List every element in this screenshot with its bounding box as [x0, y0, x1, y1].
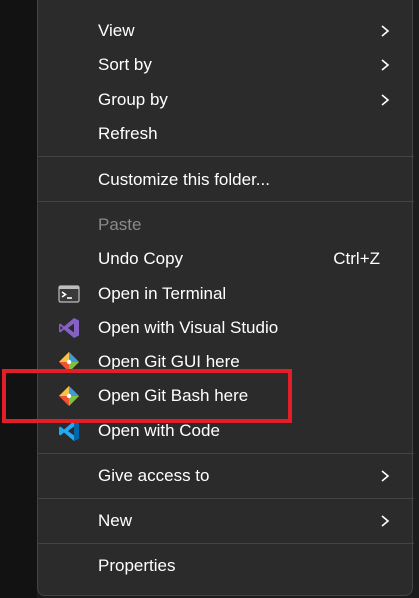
- menu-item-label: Customize this folder...: [98, 170, 270, 189]
- menu-item-open-git-gui[interactable]: Open Git GUI here: [38, 345, 414, 379]
- menu-item-label: Open with Code: [98, 421, 220, 440]
- git-gui-icon: [59, 352, 79, 372]
- menu-separator: [38, 498, 414, 499]
- menu-item-paste: Paste: [38, 208, 414, 242]
- git-bash-icon: [59, 386, 79, 406]
- chevron-right-icon: [381, 59, 390, 71]
- menu-item-label: Refresh: [98, 124, 158, 143]
- vscode-icon: [59, 421, 79, 441]
- menu-item-label: Open Git GUI here: [98, 352, 240, 371]
- desktop-background: [0, 0, 37, 598]
- menu-item-label: Undo Copy: [98, 249, 184, 268]
- menu-item-open-visual-studio[interactable]: Open with Visual Studio: [38, 311, 414, 345]
- terminal-icon: [58, 285, 80, 303]
- menu-item-label: Properties: [98, 556, 176, 575]
- chevron-right-icon: [381, 515, 390, 527]
- menu-item-customize-folder[interactable]: Customize this folder...: [38, 163, 414, 197]
- menu-item-label: Open in Terminal: [98, 284, 227, 303]
- menu-item-label: Give access to: [98, 466, 210, 485]
- menu-item-label: New: [98, 511, 133, 530]
- chevron-right-icon: [381, 470, 390, 482]
- menu-separator: [38, 543, 414, 544]
- context-menu: View Sort by Group by Refresh Customize …: [37, 0, 414, 596]
- menu-item-view[interactable]: View: [38, 14, 414, 48]
- shortcut-label: Ctrl+Z: [333, 249, 380, 268]
- chevron-right-icon: [381, 25, 390, 37]
- menu-item-open-terminal[interactable]: Open in Terminal: [38, 277, 414, 311]
- menu-separator: [38, 201, 414, 202]
- menu-item-give-access[interactable]: Give access to: [38, 459, 414, 493]
- menu-item-properties[interactable]: Properties: [38, 549, 414, 583]
- menu-item-label: Group by: [98, 90, 168, 109]
- menu-item-refresh[interactable]: Refresh: [38, 117, 414, 151]
- menu-item-undo-copy[interactable]: Undo Copy Ctrl+Z: [38, 242, 414, 276]
- menu-item-label: Paste: [98, 215, 142, 234]
- menu-item-label: Sort by: [98, 55, 152, 74]
- menu-item-group-by[interactable]: Group by: [38, 83, 414, 117]
- chevron-right-icon: [381, 94, 390, 106]
- menu-item-open-with-code[interactable]: Open with Code: [38, 414, 414, 448]
- menu-separator: [38, 156, 414, 157]
- menu-item-new[interactable]: New: [38, 504, 414, 538]
- visual-studio-icon: [59, 318, 79, 338]
- menu-item-open-git-bash[interactable]: Open Git Bash here: [38, 379, 414, 413]
- menu-item-label: View: [98, 21, 135, 40]
- menu-item-label: Open with Visual Studio: [98, 318, 279, 337]
- menu-separator: [38, 453, 414, 454]
- menu-item-sort-by[interactable]: Sort by: [38, 48, 414, 82]
- menu-item-label: Open Git Bash here: [98, 386, 249, 405]
